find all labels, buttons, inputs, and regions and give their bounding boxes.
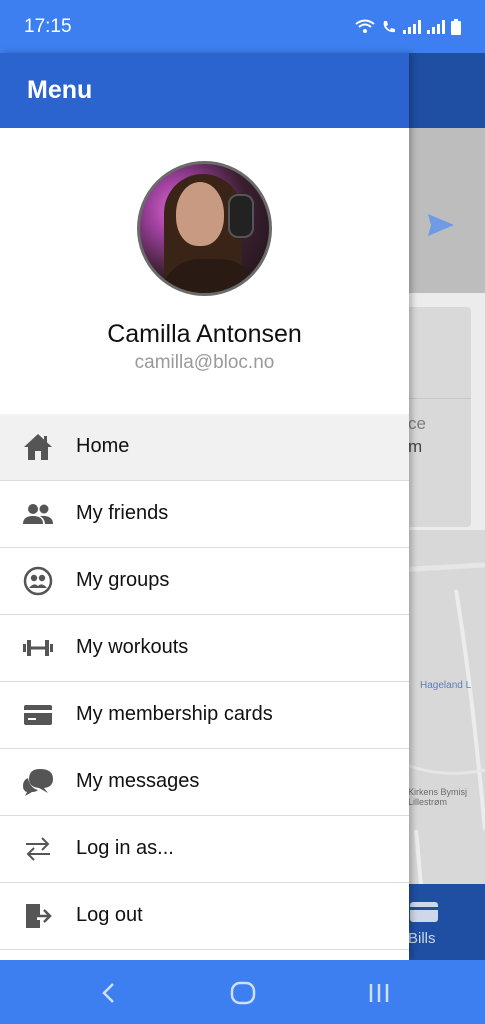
profile-name: Camilla Antonsen [107, 320, 302, 348]
profile-section: Camilla Antonsen camilla@bloc.no [0, 128, 409, 413]
background-map [395, 530, 485, 886]
map-roads [395, 562, 485, 886]
menu-item-label: Log in as... [76, 837, 174, 859]
card-icon [24, 705, 52, 725]
battery-icon [451, 18, 461, 35]
menu-item-label: My membership cards [76, 703, 273, 725]
menu-item-label: My groups [76, 569, 170, 591]
menu-item-label: My messages [76, 770, 200, 792]
drawer-title: Menu [27, 76, 93, 104]
bills-icon [410, 902, 438, 922]
back-icon[interactable] [94, 978, 124, 1008]
menu-item-my-messages[interactable]: My messages [0, 749, 409, 816]
avatar[interactable] [137, 161, 272, 296]
menu-item-my-workouts[interactable]: My workouts [0, 615, 409, 682]
logout-icon [26, 904, 52, 928]
wifi-icon [355, 19, 375, 33]
background-text: m [408, 437, 423, 456]
menu-item-label: My workouts [76, 636, 189, 658]
map-label: Kirkens Bymisj Lillestrøm [408, 787, 468, 807]
call-icon [383, 20, 395, 32]
background-text: ce [408, 414, 426, 433]
menu-item-my-groups[interactable]: My groups [0, 548, 409, 615]
menu-item-my-membership-cards[interactable]: My membership cards [0, 682, 409, 749]
menu-list: Home My friends My groups My workouts My… [0, 414, 409, 950]
background-tab-bills[interactable]: Bills [396, 884, 485, 960]
menu-item-home[interactable]: Home [0, 414, 409, 481]
profile-email: camilla@bloc.no [134, 352, 275, 373]
map-label: Hageland L [420, 680, 472, 691]
groups-icon [23, 566, 53, 596]
home-icon [24, 434, 52, 460]
send-icon[interactable] [428, 214, 454, 236]
signal-icon [427, 19, 445, 34]
tab-label: Bills [408, 930, 436, 947]
menu-item-label: My friends [76, 502, 169, 524]
menu-item-label: Home [76, 435, 130, 457]
drawer-header: Menu [0, 53, 409, 128]
menu-item-log-out[interactable]: Log out [0, 883, 409, 950]
recents-icon[interactable] [364, 978, 394, 1008]
menu-item-label: Log out [76, 904, 143, 926]
signal-icon [403, 19, 421, 34]
status-icons [355, 18, 461, 35]
dumbbell-icon [23, 640, 53, 656]
status-time: 17:15 [24, 15, 72, 37]
friends-icon [23, 504, 53, 524]
messages-icon [23, 769, 53, 796]
system-nav-bar [0, 960, 485, 1024]
menu-item-log-in-as[interactable]: Log in as... [0, 816, 409, 883]
swap-icon [26, 837, 50, 861]
status-bar: 17:15 [0, 0, 485, 53]
home-nav-icon[interactable] [228, 978, 258, 1008]
navigation-drawer: Menu Camilla Antonsen camilla@bloc.no Ho… [0, 53, 409, 960]
menu-item-my-friends[interactable]: My friends [0, 481, 409, 548]
